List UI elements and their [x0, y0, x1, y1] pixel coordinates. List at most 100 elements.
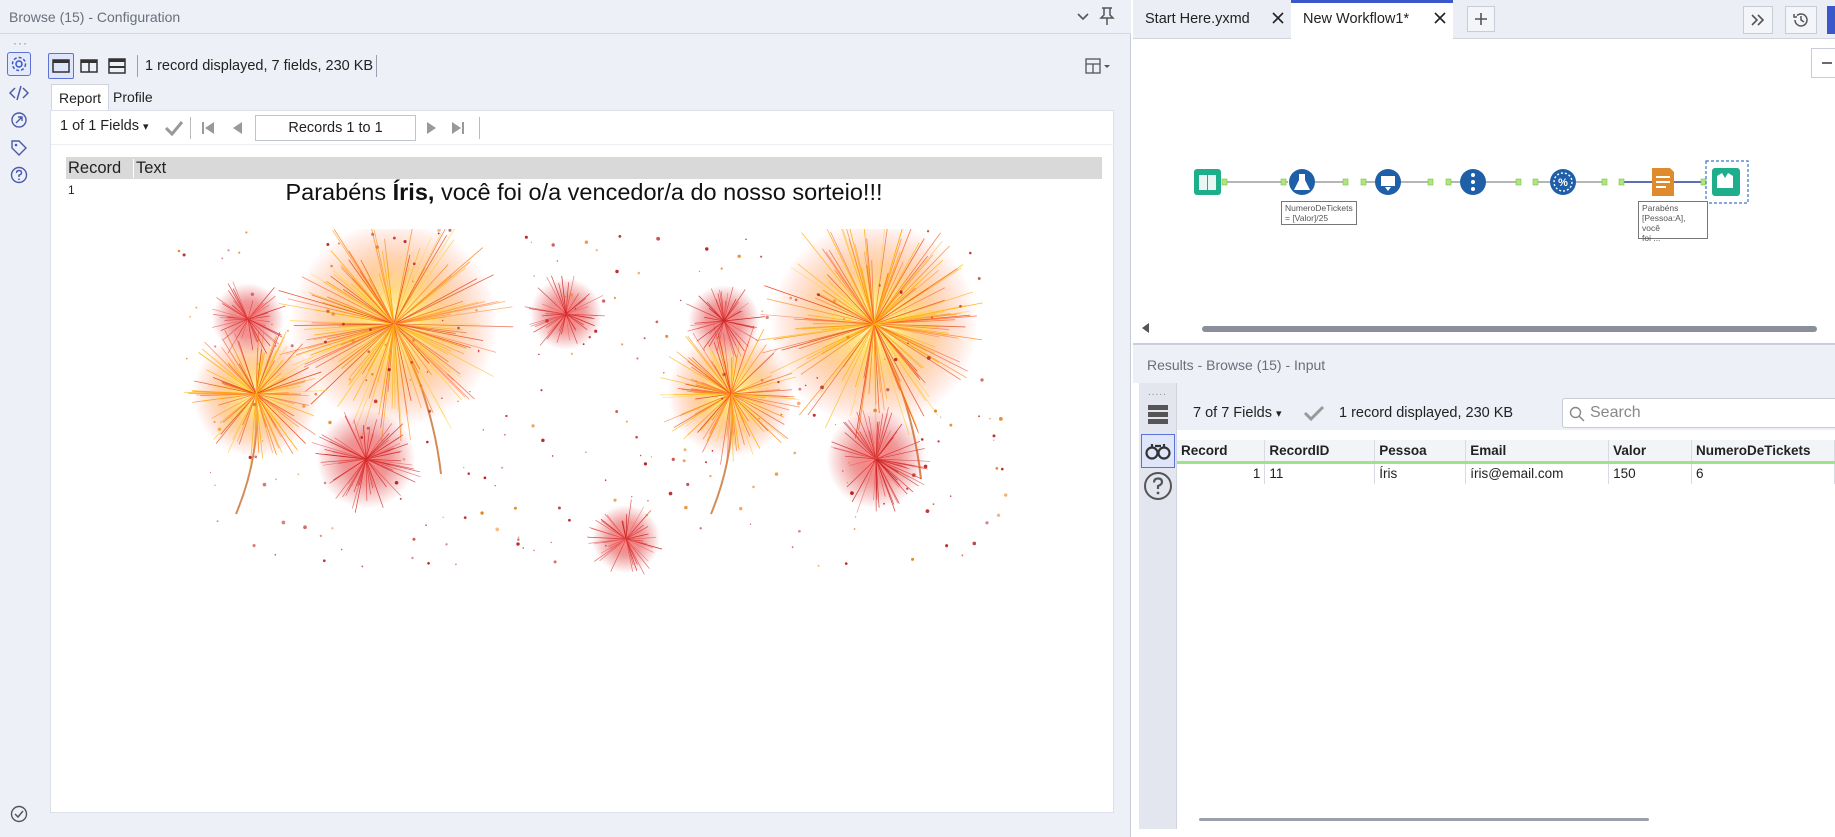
results-fields-select-label: 7 of 7 Fields — [1193, 405, 1272, 421]
column-header-recordid[interactable]: RecordID — [1264, 440, 1376, 464]
gear-icon[interactable] — [7, 52, 31, 76]
workflow-tab-bar: Start Here.yxmd New Workflow1* — [1133, 0, 1835, 39]
overflow-tabs-icon[interactable] — [1743, 6, 1773, 34]
tag-icon[interactable] — [7, 136, 31, 160]
history-icon[interactable] — [1785, 6, 1817, 34]
run-button-edge[interactable] — [1827, 6, 1835, 34]
results-grid: Record RecordID Pessoa Email Valor Numer… — [1177, 430, 1835, 830]
workflow-canvas[interactable]: % NumeroDeTickets = [Valor]/25 Parabéns … — [1133, 40, 1835, 338]
cell-email[interactable]: íris@email.com — [1465, 462, 1610, 484]
split-vertical-layout-icon[interactable] — [76, 53, 102, 79]
column-header-numerodetickets[interactable]: NumeroDeTickets — [1691, 440, 1835, 464]
column-header-record[interactable]: Record — [1177, 440, 1266, 464]
chevron-down-icon[interactable] — [1075, 9, 1091, 25]
cell-numerodetickets[interactable]: 6 — [1691, 462, 1835, 484]
canvas-horizontal-scrollbar[interactable] — [1202, 326, 1817, 332]
results-title-bar: Results - Browse (15) - Input — [1133, 343, 1835, 383]
column-header-email[interactable]: Email — [1465, 440, 1610, 464]
sample-tool-icon[interactable] — [1375, 169, 1401, 195]
help-icon[interactable] — [1143, 471, 1173, 501]
last-record-icon[interactable] — [451, 121, 465, 135]
fields-select-label: 1 of 1 Fields — [60, 118, 139, 134]
layout-options-icon[interactable] — [1082, 53, 1116, 79]
table-row[interactable]: 1 11 Íris íris@email.com 150 6 — [1177, 462, 1835, 484]
report-text-tool-icon[interactable] — [1652, 168, 1674, 196]
report-table-header: Record Text — [66, 157, 1102, 179]
scroll-left-icon[interactable] — [1140, 322, 1150, 334]
data-table-icon[interactable] — [1146, 403, 1170, 427]
single-view-layout-icon[interactable] — [48, 53, 74, 79]
toolbar-divider — [137, 55, 138, 77]
config-side-toolbar: ··· — [0, 36, 38, 836]
results-header-row: Record RecordID Pessoa Email Valor Numer… — [1177, 440, 1835, 464]
close-icon[interactable] — [1434, 12, 1446, 24]
tab-new-workflow-label: New Workflow1* — [1303, 11, 1410, 27]
formula-annotation: NumeroDeTickets = [Valor]/25 — [1281, 201, 1357, 225]
message-suffix: você foi o/a vencedor/a do nosso sorteio… — [434, 179, 883, 205]
formula-tool-icon[interactable] — [1289, 169, 1315, 195]
nav-divider — [479, 117, 480, 139]
target-icon[interactable] — [7, 108, 31, 132]
binoculars-icon[interactable] — [1141, 434, 1175, 468]
formula-annotation-line2: = [Valor]/25 — [1285, 213, 1329, 223]
results-horizontal-scrollbar[interactable] — [1199, 818, 1649, 821]
previous-record-icon[interactable] — [231, 121, 243, 135]
report-annotation-line1: Parabéns — [1642, 203, 1679, 213]
header-text: Text — [133, 159, 166, 178]
message-prefix: Parabéns — [285, 179, 393, 205]
cell-recordid[interactable]: 11 — [1264, 462, 1376, 484]
report-annotation-line3: foi ... — [1642, 233, 1661, 243]
cell-valor[interactable]: 150 — [1608, 462, 1692, 484]
column-header-pessoa[interactable]: Pessoa — [1374, 440, 1467, 464]
svg-text:%: % — [1558, 177, 1568, 189]
fields-select[interactable]: 1 of 1 Fields ▾ — [60, 118, 149, 134]
results-summary: 1 record displayed, 230 KB — [1339, 405, 1514, 421]
tab-start-here[interactable]: Start Here.yxmd — [1133, 0, 1289, 39]
search-placeholder: Search — [1590, 404, 1641, 421]
report-view: 1 of 1 Fields ▾ Records 1 to 1 Record Te… — [50, 110, 1115, 813]
column-header-valor[interactable]: Valor — [1608, 440, 1692, 464]
cell-pessoa[interactable]: Íris — [1374, 462, 1467, 484]
add-tab-icon[interactable] — [1467, 6, 1495, 32]
random-sample-tool-icon[interactable]: % — [1550, 169, 1576, 195]
first-record-icon[interactable] — [201, 121, 215, 135]
cell-record[interactable]: 1 — [1177, 462, 1266, 484]
configuration-title-bar: Browse (15) - Configuration — [0, 0, 1131, 34]
drag-handle-icon: ··· — [13, 36, 28, 50]
tab-new-workflow[interactable]: New Workflow1* — [1291, 0, 1453, 39]
search-input[interactable]: Search — [1562, 398, 1835, 428]
report-annotation: Parabéns [Pessoa:A], você foi ... — [1638, 201, 1708, 243]
configuration-title: Browse (15) - Configuration — [9, 9, 181, 25]
toolbar-divider — [376, 55, 377, 77]
configuration-panel: Browse (15) - Configuration ··· 1 record… — [0, 0, 1131, 837]
split-horizontal-layout-icon[interactable] — [104, 53, 130, 79]
check-icon[interactable] — [1303, 404, 1325, 422]
nav-divider — [190, 117, 191, 139]
tab-start-here-label: Start Here.yxmd — [1145, 11, 1250, 27]
fireworks-image — [177, 229, 1008, 575]
check-circle-icon[interactable] — [7, 802, 31, 826]
browse-toolbar: 1 record displayed, 7 fields, 230 KB — [46, 53, 1116, 81]
select-tool-icon[interactable] — [1460, 169, 1486, 195]
input-tool-icon[interactable] — [1194, 169, 1221, 195]
tab-profile[interactable]: Profile — [106, 84, 160, 110]
workflow-diagram: % — [1194, 160, 1749, 204]
close-icon[interactable] — [1272, 12, 1284, 24]
next-record-icon[interactable] — [426, 121, 438, 135]
results-fields-select[interactable]: 7 of 7 Fields ▾ — [1193, 405, 1282, 421]
formula-annotation-line1: NumeroDeTickets — [1285, 203, 1353, 213]
check-icon[interactable] — [164, 119, 184, 137]
pin-icon[interactable] — [1098, 6, 1116, 26]
records-summary: 1 record displayed, 7 fields, 230 KB — [145, 58, 374, 74]
drag-handle-icon: ..... — [1148, 387, 1167, 398]
browse-tool-icon[interactable] — [1705, 160, 1749, 204]
winner-name: Íris, — [392, 179, 435, 205]
code-icon[interactable] — [7, 81, 31, 105]
winner-message: Parabéns Íris, você foi o/a vencedor/a d… — [19, 179, 1149, 206]
records-range: Records 1 to 1 — [255, 115, 416, 141]
results-title: Results - Browse (15) - Input — [1147, 357, 1326, 373]
tab-report[interactable]: Report — [51, 84, 110, 110]
search-icon — [1569, 406, 1585, 422]
header-record: Record — [68, 159, 122, 177]
results-table: Record RecordID Pessoa Email Valor Numer… — [1177, 440, 1835, 484]
